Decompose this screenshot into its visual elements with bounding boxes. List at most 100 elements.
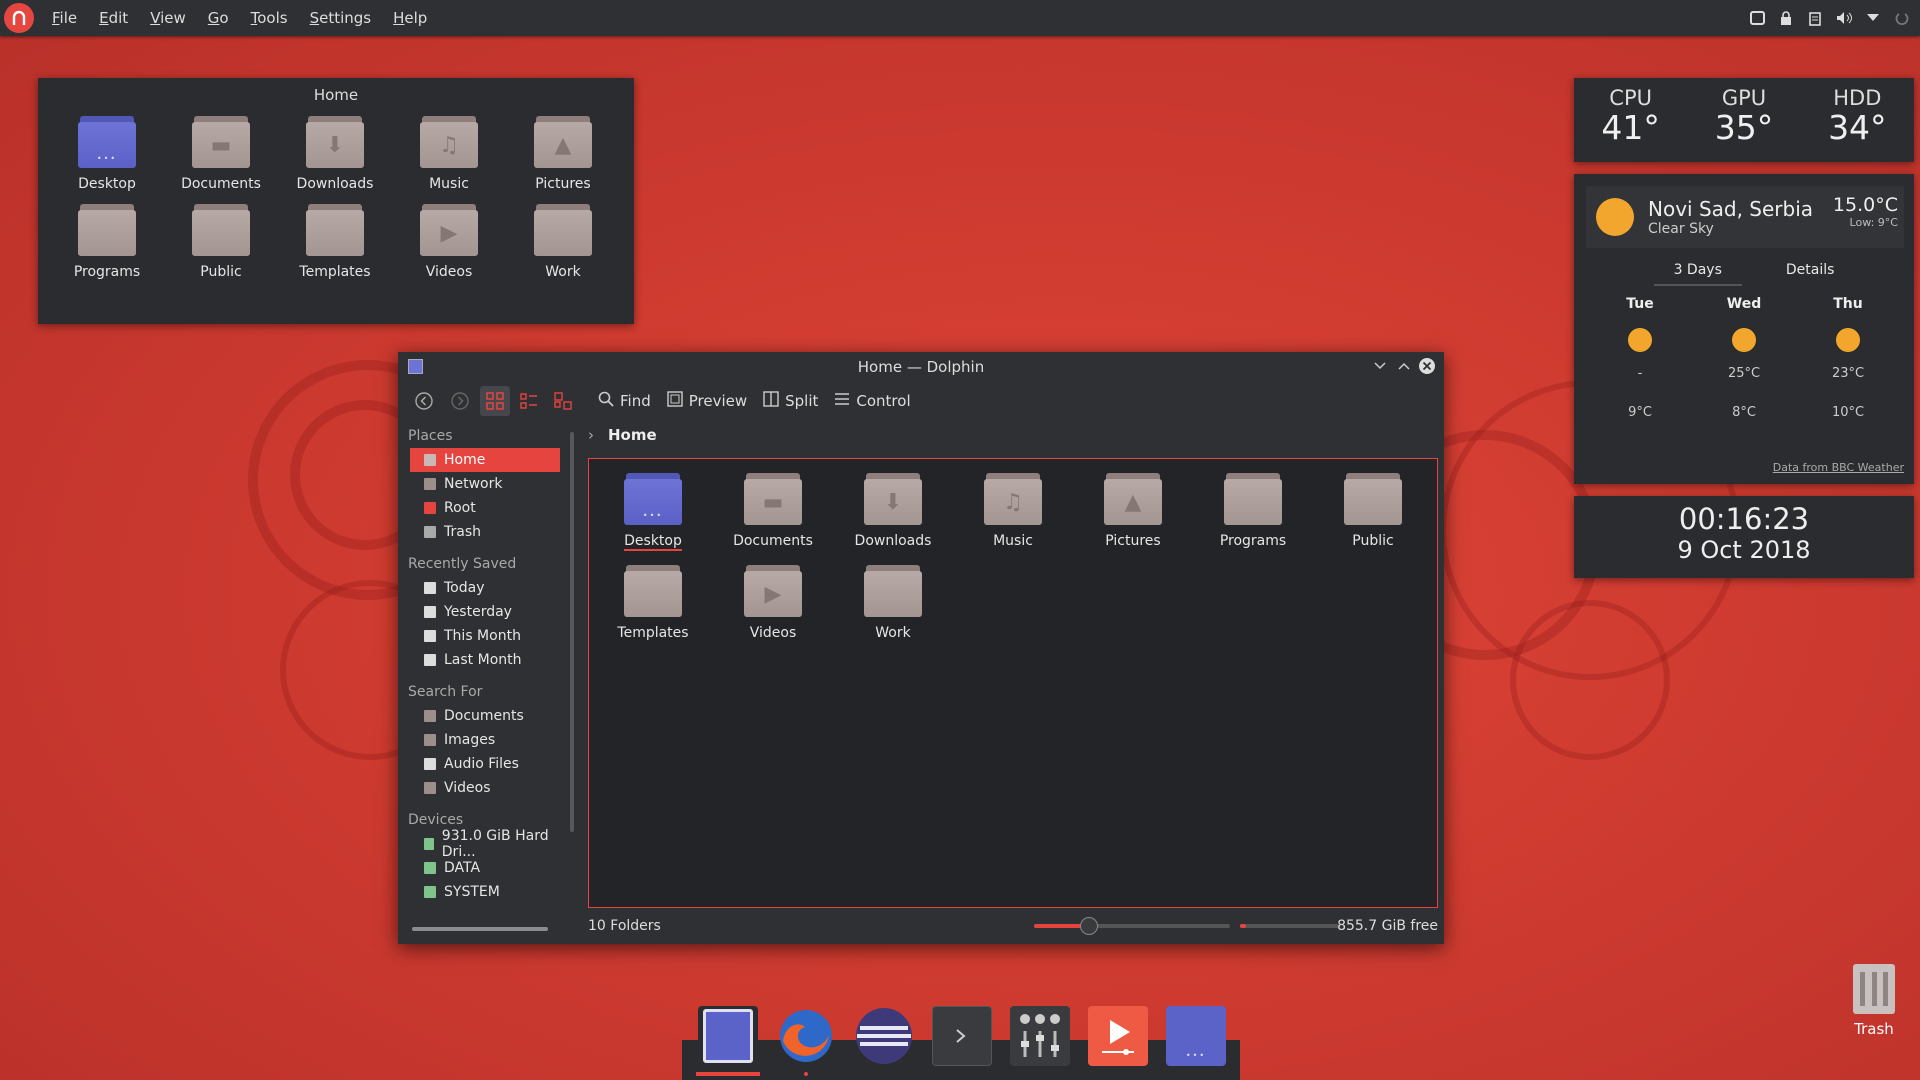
clipboard-icon[interactable] — [1807, 10, 1823, 26]
file-item-pictures[interactable]: ▲ Pictures — [1073, 473, 1193, 551]
file-item-label: Downloads — [854, 533, 932, 549]
folder-view-item-downloads[interactable]: ⬇ Downloads — [278, 116, 392, 192]
compact-view-icon[interactable] — [548, 386, 578, 416]
sensors-widget: CPU 41° GPU 35° HDD 34° — [1574, 78, 1914, 162]
network-icon — [424, 478, 436, 490]
mixer-icon[interactable] — [1010, 1006, 1070, 1066]
details-view-icon[interactable] — [514, 386, 544, 416]
file-manager-icon[interactable] — [696, 1006, 760, 1076]
desktop-trash[interactable]: Trash — [1836, 964, 1912, 1038]
places-item-root[interactable]: Root — [410, 496, 560, 520]
places-item-today[interactable]: Today — [410, 576, 560, 600]
places-item-label: Yesterday — [444, 604, 512, 620]
folder-view-item-templates[interactable]: Templates — [278, 204, 392, 280]
volume-icon[interactable] — [1836, 10, 1852, 26]
videos-folder-icon: ▶ — [420, 204, 478, 256]
app-launcher-icon[interactable] — [4, 3, 34, 33]
folder-view-item-desktop[interactable]: ••• Desktop — [50, 116, 164, 192]
places-item-trash[interactable]: Trash — [410, 520, 560, 544]
tab-3-days[interactable]: 3 Days — [1653, 262, 1742, 286]
folder-view-item-music[interactable]: ♫ Music — [392, 116, 506, 192]
zoom-slider[interactable] — [1034, 917, 1230, 935]
folder-view-item-work[interactable]: Work — [506, 204, 620, 280]
minimize-icon[interactable] — [1374, 358, 1386, 374]
menu-help[interactable]: Help — [389, 7, 431, 29]
zoom-slider-handle[interactable] — [1079, 917, 1098, 935]
places-item-documents[interactable]: Documents — [410, 704, 560, 728]
window-icon[interactable] — [1749, 10, 1765, 26]
file-view[interactable]: ••• Desktop ▬ Documents ⬇ Downloads ♫ Music ▲ Pic… — [588, 458, 1438, 908]
places-item-videos[interactable]: Videos — [410, 776, 560, 800]
folder-view-item-videos[interactable]: ▶ Videos — [392, 204, 506, 280]
weather-source-link[interactable]: Data from BBC Weather — [1773, 461, 1904, 474]
icons-view-icon[interactable] — [480, 386, 510, 416]
music-folder-icon: ♫ — [420, 116, 478, 168]
forecast-low: 9°C — [1628, 405, 1652, 420]
back-icon[interactable] — [408, 386, 440, 416]
folder-view-item-public[interactable]: Public — [164, 204, 278, 280]
split-button[interactable]: Split — [757, 386, 824, 416]
places-item-931-0-gib-hard-dri[interactable]: 931.0 GiB Hard Dri... — [410, 828, 560, 860]
folder-view-item-programs[interactable]: Programs — [50, 204, 164, 280]
find-button[interactable]: Find — [592, 386, 657, 416]
breadcrumb-home[interactable]: Home — [608, 426, 657, 444]
dolphin-window: Home — Dolphin Find Preview Split Contro… — [398, 352, 1444, 944]
menu-go[interactable]: Go — [204, 7, 233, 29]
menu-tools[interactable]: Tools — [247, 7, 292, 29]
places-item-system[interactable]: SYSTEM — [410, 880, 560, 904]
menu-file[interactable]: File — [48, 7, 81, 29]
folder-view-item-documents[interactable]: ▬ Documents — [164, 116, 278, 192]
file-item-documents[interactable]: ▬ Documents — [713, 473, 833, 551]
file-item-label: Music — [993, 533, 1033, 549]
today-icon — [424, 582, 436, 594]
firefox-icon[interactable] — [776, 1006, 836, 1076]
desktop-icon[interactable]: ••• — [1166, 1006, 1226, 1066]
top-menu-bar: File Edit View Go Tools Settings Help — [0, 0, 1920, 36]
places-item-yesterday[interactable]: Yesterday — [410, 600, 560, 624]
file-item-videos[interactable]: ▶ Videos — [713, 565, 833, 641]
eclipse-icon[interactable] — [854, 1006, 914, 1066]
images-icon — [424, 734, 436, 746]
lock-icon[interactable] — [1778, 10, 1794, 26]
forecast-day: Thu 23°C 10°C — [1808, 296, 1888, 420]
close-icon[interactable] — [1418, 357, 1436, 379]
power-icon[interactable] — [1894, 10, 1910, 26]
places-item-label: Images — [444, 732, 496, 748]
file-item-downloads[interactable]: ⬇ Downloads — [833, 473, 953, 551]
control-button[interactable]: Control — [828, 386, 916, 416]
places-scrollbar[interactable] — [570, 432, 574, 832]
breadcrumb-chevron-icon[interactable]: › — [588, 426, 594, 444]
terminal-icon[interactable] — [932, 1006, 992, 1066]
places-item-network[interactable]: Network — [410, 472, 560, 496]
window-title: Home — Dolphin — [857, 358, 985, 376]
file-item-templates[interactable]: Templates — [593, 565, 713, 641]
places-item-audio-files[interactable]: Audio Files — [410, 752, 560, 776]
places-hscrollbar[interactable] — [412, 927, 548, 931]
folder-label: Videos — [425, 264, 473, 280]
menu-edit[interactable]: Edit — [95, 7, 132, 29]
forecast-low: 10°C — [1831, 405, 1865, 420]
file-item-music[interactable]: ♫ Music — [953, 473, 1073, 551]
file-item-label: Videos — [749, 625, 797, 641]
forward-icon[interactable] — [444, 386, 476, 416]
places-item-this-month[interactable]: This Month — [410, 624, 560, 648]
places-item-images[interactable]: Images — [410, 728, 560, 752]
file-item-public[interactable]: Public — [1313, 473, 1433, 551]
file-item-programs[interactable]: Programs — [1193, 473, 1313, 551]
places-item-home[interactable]: Home — [410, 448, 560, 472]
documents-folder-icon: ▬ — [192, 116, 250, 168]
tab-details[interactable]: Details — [1786, 262, 1835, 286]
media-player-icon[interactable] — [1088, 1006, 1148, 1066]
dolphin-app-icon[interactable] — [408, 359, 423, 374]
file-item-desktop[interactable]: ••• Desktop — [593, 473, 713, 551]
trash-icon — [1853, 964, 1895, 1014]
folder-view-item-pictures[interactable]: ▲ Pictures — [506, 116, 620, 192]
preview-button[interactable]: Preview — [661, 386, 753, 416]
file-item-work[interactable]: Work — [833, 565, 953, 641]
chevron-down-icon[interactable] — [1865, 10, 1881, 26]
menu-view[interactable]: View — [146, 7, 190, 29]
places-item-last-month[interactable]: Last Month — [410, 648, 560, 672]
maximize-icon[interactable] — [1398, 358, 1410, 374]
menu-settings[interactable]: Settings — [306, 7, 376, 29]
title-bar[interactable]: Home — Dolphin — [398, 352, 1444, 382]
